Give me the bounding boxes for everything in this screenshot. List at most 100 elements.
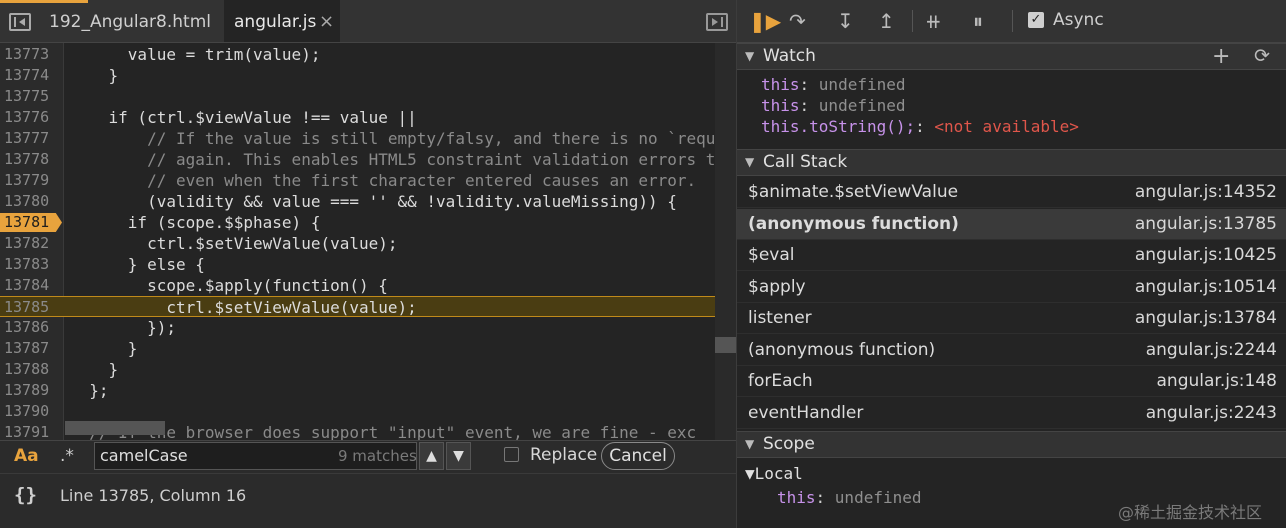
code-line[interactable]: 13775: [0, 86, 736, 107]
watch-section-header[interactable]: ▼ Watch + ⟳: [737, 43, 1286, 70]
tab-192-angular8-html[interactable]: 192_Angular8.html: [49, 0, 211, 42]
call-stack-frame[interactable]: forEach angular.js:148: [737, 366, 1286, 397]
replace-checkbox[interactable]: [504, 447, 519, 462]
line-number: 13784: [4, 276, 50, 294]
line-number: 13777: [4, 129, 50, 147]
code-line[interactable]: 13786 });: [0, 317, 736, 338]
watch-separator: :: [799, 75, 819, 94]
toggle-navigator-icon[interactable]: [9, 13, 31, 31]
call-stack-section-header[interactable]: ▼ Call Stack: [737, 149, 1286, 176]
watch-name: this: [761, 75, 800, 94]
editor-tab-bar: 192_Angular8.html angular.js ×: [0, 0, 736, 43]
code-line[interactable]: 13778 // again. This enables HTML5 const…: [0, 149, 736, 170]
toolbar-divider: [1012, 10, 1013, 32]
toggle-debugger-icon[interactable]: [706, 13, 728, 31]
code-line[interactable]: 13789 };: [0, 380, 736, 401]
search-match-count: 9 matches: [338, 447, 417, 465]
frame-location-link[interactable]: angular.js:2243: [1146, 398, 1277, 429]
tab-angular-js[interactable]: angular.js ×: [224, 0, 340, 42]
vertical-scrollbar[interactable]: [715, 43, 736, 440]
line-text: // even when the first character entered…: [70, 171, 697, 190]
code-line[interactable]: 13777 // If the value is still empty/fal…: [0, 128, 736, 149]
watermark: @稀土掘金技术社区: [1118, 503, 1263, 522]
line-number: 13791: [4, 423, 50, 440]
scope-section-header[interactable]: ▼ Scope: [737, 431, 1286, 458]
pretty-print-icon[interactable]: {}: [14, 484, 37, 506]
frame-location-link[interactable]: angular.js:14352: [1135, 177, 1277, 208]
line-number: 13779: [4, 171, 50, 189]
frame-location-link[interactable]: angular.js:148: [1157, 366, 1278, 397]
call-stack-frame[interactable]: $eval angular.js:10425: [737, 240, 1286, 271]
chevron-up-icon: ▲: [426, 448, 437, 464]
code-line[interactable]: 13774 }: [0, 65, 736, 86]
line-text: // If the value is still empty/falsy, an…: [70, 129, 716, 148]
call-stack-frame[interactable]: (anonymous function) angular.js:13785: [737, 208, 1286, 240]
code-line[interactable]: 13790: [0, 401, 736, 422]
line-text: scope.$apply(function() {: [70, 276, 388, 295]
line-number: 13790: [4, 402, 50, 420]
code-line[interactable]: 13783 } else {: [0, 254, 736, 275]
call-stack-frame[interactable]: eventHandler angular.js:2243: [737, 398, 1286, 429]
code-line[interactable]: 13785 ctrl.$setViewValue(value);: [0, 296, 736, 317]
scope-variable[interactable]: this: undefined: [777, 487, 922, 508]
code-line[interactable]: 13788 }: [0, 359, 736, 380]
match-case-button[interactable]: Aa: [14, 446, 39, 466]
refresh-icon[interactable]: ⟳: [1254, 44, 1270, 69]
resume-icon[interactable]: ❚▶: [749, 9, 781, 33]
code-editor[interactable]: 13773 value = trim(value); 13774 } 13775 13…: [0, 43, 736, 440]
cursor-position: Line 13785, Column 16: [60, 486, 247, 505]
code-line[interactable]: 13773 value = trim(value);: [0, 44, 736, 65]
frame-location-link[interactable]: angular.js:13785: [1135, 209, 1277, 240]
frame-location-link[interactable]: angular.js:2244: [1146, 335, 1277, 366]
previous-match-button[interactable]: ▲: [419, 442, 444, 470]
line-number: 13783: [4, 255, 50, 273]
watch-expression[interactable]: this: undefined: [761, 74, 906, 95]
line-text: };: [70, 381, 109, 400]
frame-function-name: eventHandler: [748, 402, 864, 423]
code-line[interactable]: 13779 // even when the first character e…: [0, 170, 736, 191]
code-line[interactable]: 13782 ctrl.$setViewValue(value);: [0, 233, 736, 254]
add-watch-icon[interactable]: +: [1212, 44, 1230, 69]
call-stack-frame[interactable]: listener angular.js:13784: [737, 303, 1286, 334]
line-text: });: [70, 318, 176, 337]
frame-function-name: $animate.$setViewValue: [748, 182, 959, 202]
step-into-icon[interactable]: ↧: [837, 9, 854, 33]
watch-expression[interactable]: this: undefined: [761, 95, 906, 116]
watch-separator: :: [915, 117, 935, 136]
scope-var-value: undefined: [834, 488, 922, 507]
step-out-icon[interactable]: ↥: [878, 9, 895, 33]
frame-function-name: $eval: [748, 245, 795, 265]
scope-var-name: this: [777, 488, 816, 507]
frame-location-link[interactable]: angular.js:10425: [1135, 240, 1277, 271]
code-line[interactable]: 13780 (validity && value === '' && !vali…: [0, 191, 736, 212]
watch-value: undefined: [818, 96, 906, 115]
line-text: }: [70, 360, 119, 379]
line-number: 13789: [4, 381, 50, 399]
async-checkbox[interactable]: ✓: [1028, 12, 1044, 28]
line-text: }: [70, 66, 119, 85]
cancel-button[interactable]: Cancel: [601, 442, 675, 470]
close-tab-icon[interactable]: ×: [319, 0, 334, 44]
frame-location-link[interactable]: angular.js:10514: [1135, 272, 1277, 303]
call-stack-frame[interactable]: $animate.$setViewValue angular.js:14352: [737, 177, 1286, 208]
code-line[interactable]: 13776 if (ctrl.$viewValue !== value ||: [0, 107, 736, 128]
step-over-icon[interactable]: ↷: [789, 9, 806, 33]
code-line[interactable]: 13787 }: [0, 338, 736, 359]
next-match-button[interactable]: ▼: [446, 442, 471, 470]
frame-location-link[interactable]: angular.js:13784: [1135, 303, 1277, 334]
watch-expression[interactable]: this.toString();: <not available>: [761, 116, 1079, 137]
regex-button[interactable]: .*: [60, 446, 74, 466]
call-stack-frame[interactable]: $apply angular.js:10514: [737, 272, 1286, 303]
line-text: } else {: [70, 255, 205, 274]
line-number: 13774: [4, 66, 50, 84]
horizontal-scrollbar-thumb[interactable]: [65, 421, 165, 435]
call-stack-frame[interactable]: (anonymous function) angular.js:2244: [737, 335, 1286, 366]
scope-local-header[interactable]: ▼Local: [745, 464, 803, 483]
deactivate-breakpoints-icon[interactable]: ⧺: [925, 9, 942, 33]
line-text: ctrl.$setViewValue(value);: [70, 298, 417, 317]
line-number: 13785: [4, 298, 50, 316]
pause-on-exceptions-icon[interactable]: ⏸: [973, 9, 983, 33]
code-line[interactable]: 13781 if (scope.$$phase) {: [0, 212, 736, 233]
code-line[interactable]: 13784 scope.$apply(function() {: [0, 275, 736, 296]
vertical-scrollbar-thumb[interactable]: [715, 337, 736, 353]
